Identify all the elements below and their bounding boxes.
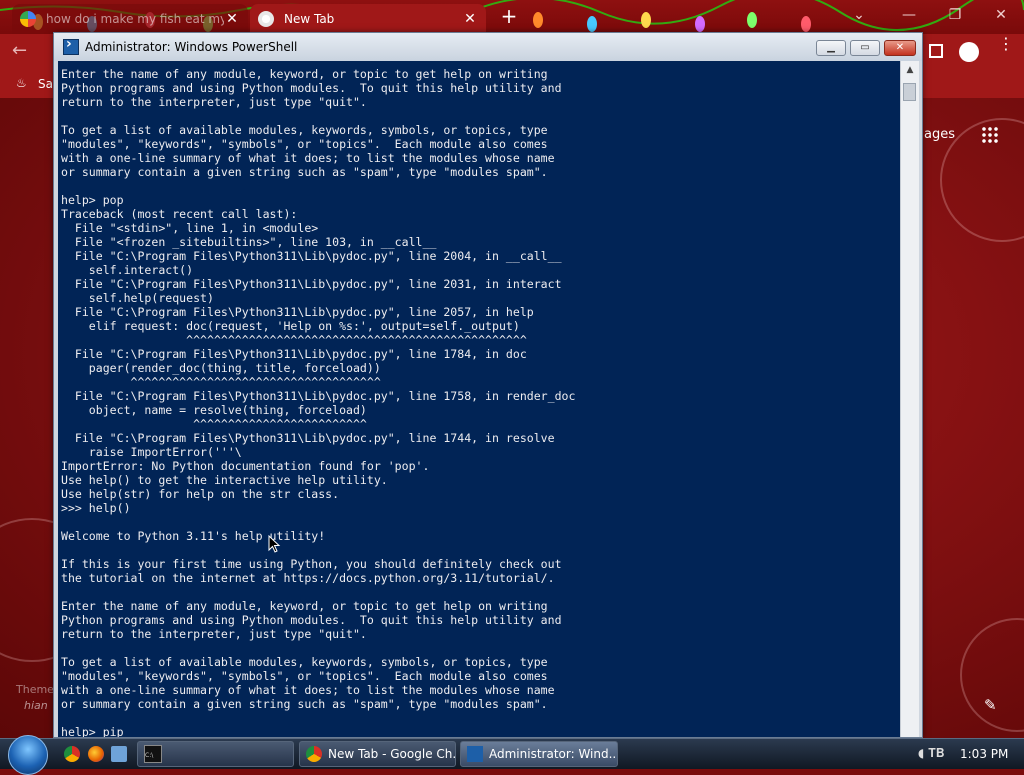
tray-icons[interactable]: ◖ 𝐓𝐁	[918, 746, 944, 761]
console-line: return to the interpreter, just type "qu…	[61, 627, 367, 641]
cmd-icon	[144, 745, 162, 763]
new-tab-button[interactable]: +	[498, 6, 520, 28]
console-line: File "C:\Program Files\Python311\Lib\pyd…	[61, 277, 562, 291]
powershell-icon	[63, 36, 79, 55]
console-line: "modules", "keywords", "symbols", or "to…	[61, 669, 548, 683]
console-line: self.interact()	[61, 263, 194, 277]
start-button[interactable]	[8, 735, 48, 775]
mouse-cursor-icon	[268, 535, 281, 553]
scrollbar-thumb[interactable]	[903, 83, 916, 101]
console-line: File "<stdin>", line 1, in <module>	[61, 221, 319, 235]
console-line: Python programs and using Python modules…	[61, 613, 562, 627]
console-line: object, name = resolve(thing, forceload)	[61, 403, 367, 417]
console-line: with a one-line summary of what it does;…	[61, 683, 555, 697]
close-button[interactable]: ✕	[884, 40, 916, 56]
console-line: self.help(request)	[61, 291, 214, 305]
tab-title: New Tab	[284, 12, 335, 26]
console-line: File "<frozen _sitebuiltins>", line 103,…	[61, 235, 437, 249]
console-line: File "C:\Program Files\Python311\Lib\pyd…	[61, 431, 555, 445]
console-line: raise ImportError('''\	[61, 445, 242, 459]
chrome-quicklaunch-icon[interactable]	[64, 746, 80, 762]
console-line: Welcome to Python 3.11's help utility!	[61, 529, 326, 543]
console-line: or summary contain a given string such a…	[61, 165, 548, 179]
console-line: File "C:\Program Files\Python311\Lib\pyd…	[61, 249, 562, 263]
console-line: the tutorial on the internet at https://…	[61, 571, 555, 585]
customize-pencil-icon[interactable]: ✎	[984, 696, 997, 714]
bookmark-label[interactable]: Sa	[38, 77, 53, 91]
more-menu-icon[interactable]: ⋮	[998, 36, 1014, 52]
console-line: pager(render_doc(thing, title, forceload…	[61, 361, 381, 375]
console-line: If this is your first time using Python,…	[61, 557, 562, 571]
tab-title: how do i make my fish eat my c	[46, 12, 224, 26]
console-line: "modules", "keywords", "symbols", or "to…	[61, 137, 548, 151]
taskbar-button-label: Administrator: Wind...	[489, 747, 618, 761]
vertical-scrollbar[interactable]: ▲	[900, 61, 919, 737]
console-line: File "C:\Program Files\Python311\Lib\pyd…	[61, 305, 534, 319]
scroll-up-arrow-icon[interactable]: ▲	[901, 61, 919, 79]
console-output[interactable]: Enter the name of any module, keyword, o…	[58, 61, 900, 737]
taskbar-button-cmd[interactable]	[137, 741, 294, 767]
minimize-icon[interactable]: —	[886, 0, 932, 30]
images-link[interactable]: ages	[924, 127, 955, 142]
console-line: help> pip	[61, 725, 124, 737]
console-line: Use help() to get the interactive help u…	[61, 473, 388, 487]
close-tab-icon[interactable]: ✕	[462, 11, 478, 27]
taskbar-button-chrome[interactable]: New Tab - Google Ch...	[299, 741, 456, 767]
powershell-titlebar[interactable]: Administrator: Windows PowerShell ▁ ▭ ✕	[54, 33, 922, 61]
taskbar-button-powershell[interactable]: Administrator: Wind...	[460, 741, 618, 767]
close-tab-icon[interactable]: ✕	[224, 11, 240, 27]
console-line: with a one-line summary of what it does;…	[61, 151, 555, 165]
console-line: Use help(str) for help on the str class.	[61, 487, 340, 501]
console-line: ^^^^^^^^^^^^^^^^^^^^^^^^^^^^^^^^^^^^	[61, 375, 381, 389]
console-line: To get a list of available modules, keyw…	[61, 123, 548, 137]
console-line: Python programs and using Python modules…	[61, 81, 562, 95]
theme-credit-text: Theme	[16, 683, 54, 696]
profile-avatar-icon[interactable]	[959, 42, 979, 62]
firefox-quicklaunch-icon[interactable]	[88, 746, 104, 762]
maximize-button[interactable]: ▭	[850, 40, 880, 56]
chrome-icon	[306, 746, 322, 762]
taskbar: New Tab - Google Ch... Administrator: Wi…	[0, 735, 1024, 775]
window-title: Administrator: Windows PowerShell	[85, 40, 298, 54]
side-panel-icon[interactable]	[929, 44, 943, 58]
show-desktop-icon[interactable]	[111, 746, 127, 762]
console-line: Traceback (most recent call last):	[61, 207, 298, 221]
close-icon[interactable]: ✕	[978, 0, 1024, 30]
tab-fish-search[interactable]: how do i make my fish eat my c ✕	[12, 4, 248, 34]
bookmark-icon[interactable]: ♨	[16, 76, 27, 90]
powershell-icon	[467, 746, 483, 762]
restore-icon[interactable]: ❐	[932, 0, 978, 30]
theme-author-text: hian	[24, 699, 48, 712]
console-line: File "C:\Program Files\Python311\Lib\pyd…	[61, 389, 576, 403]
console-line: elif request: doc(request, 'Help on %s:'…	[61, 319, 520, 333]
console-line: To get a list of available modules, keyw…	[61, 655, 548, 669]
browser-tabstrip: how do i make my fish eat my c ✕ New Tab…	[0, 0, 1024, 34]
powershell-window[interactable]: Administrator: Windows PowerShell ▁ ▭ ✕ …	[53, 32, 923, 738]
apps-grid-icon[interactable]	[981, 126, 999, 144]
console-line: ImportError: No Python documentation fou…	[61, 459, 430, 473]
chrome-icon	[258, 11, 274, 27]
minimize-button[interactable]: ▁	[816, 40, 846, 56]
chevron-down-icon[interactable]: ⌄	[836, 0, 882, 30]
tray-clock[interactable]: 1:03 PM	[960, 747, 1008, 761]
console-line: or summary contain a given string such a…	[61, 697, 548, 711]
tab-new-tab[interactable]: New Tab ✕	[250, 4, 486, 34]
console-text: Enter the name of any module, keyword, o…	[58, 61, 900, 737]
back-arrow-icon[interactable]: ←	[12, 40, 27, 61]
console-line: File "C:\Program Files\Python311\Lib\pyd…	[61, 347, 527, 361]
console-line: ^^^^^^^^^^^^^^^^^^^^^^^^^	[61, 417, 367, 431]
google-icon	[20, 11, 36, 27]
console-line: help> pop	[61, 193, 124, 207]
console-line: ^^^^^^^^^^^^^^^^^^^^^^^^^^^^^^^^^^^^^^^^…	[61, 333, 527, 347]
taskbar-button-label: New Tab - Google Ch...	[328, 747, 456, 761]
console-line: >>> help()	[61, 501, 131, 515]
console-line: Enter the name of any module, keyword, o…	[61, 67, 548, 81]
console-line: return to the interpreter, just type "qu…	[61, 95, 367, 109]
console-line: Enter the name of any module, keyword, o…	[61, 599, 548, 613]
